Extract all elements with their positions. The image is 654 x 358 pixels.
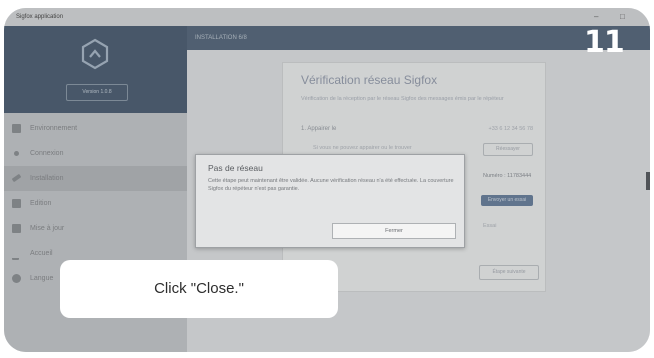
scrollbar-handle[interactable] bbox=[646, 172, 650, 190]
dialog-title: Pas de réseau bbox=[208, 163, 263, 173]
instruction-callout: Click "Close." bbox=[60, 260, 338, 318]
step-number: 11 bbox=[584, 25, 625, 60]
dialog-message: Cette étape peut maintenant être validée… bbox=[208, 178, 454, 192]
no-network-dialog: Pas de réseau Cette étape peut maintenan… bbox=[195, 154, 465, 248]
close-button[interactable]: Fermer bbox=[332, 223, 456, 239]
